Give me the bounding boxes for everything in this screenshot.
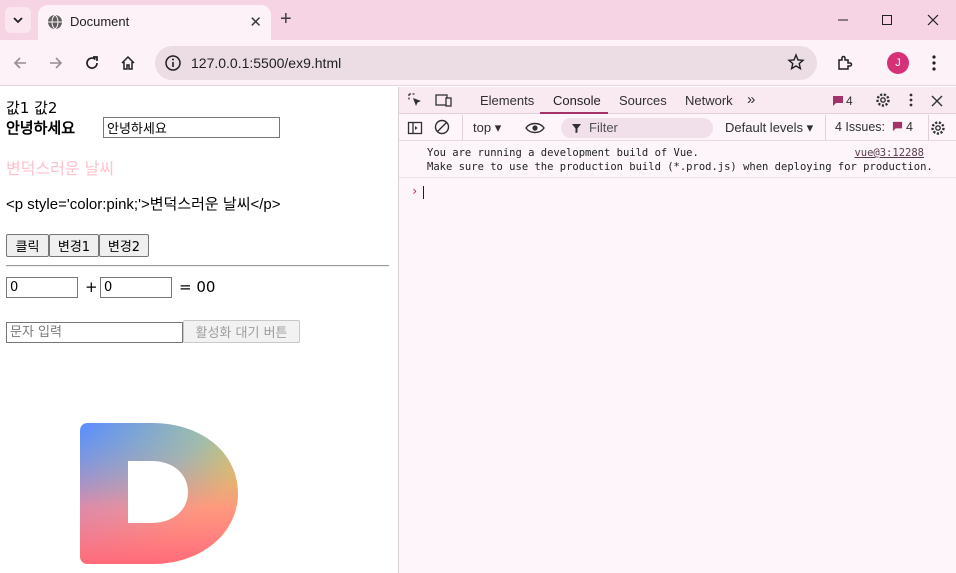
browser-tab-bar: Document ✕ + [0,0,956,40]
change2-button[interactable]: 변경2 [99,234,149,257]
number2-input[interactable] [100,277,172,298]
values-text: 값1 값2 [6,99,58,117]
arrow-left-icon [13,57,26,69]
close-icon [927,14,938,26]
greeting-label: 안녕하세요 [6,119,76,137]
console-prompt-chevron-icon: › [411,184,419,198]
puzzle-icon [838,55,853,70]
messages-count[interactable]: 4 [846,94,853,108]
address-bar[interactable]: 127.0.0.1:5500/ex9.html [155,46,817,80]
maximize-button[interactable] [864,0,909,40]
pink-text: 변덕스러운 날씨 [6,159,115,178]
horizontal-rule [6,265,389,267]
log-levels-select[interactable]: Default levels ▾ [725,120,813,136]
devtools-menu-icon[interactable] [909,93,913,112]
issues-label: 4 Issues: [835,120,886,134]
url-text[interactable]: 127.0.0.1:5500/ex9.html [191,55,341,71]
inspect-element-icon[interactable] [407,92,423,113]
chevron-down-icon [13,17,23,24]
log-levels-label: Default levels [725,120,804,135]
active-tab-indicator [540,112,608,114]
issues-button[interactable]: 4 Issues: 4 [835,120,913,134]
home-icon [121,55,135,70]
greeting-input[interactable] [103,117,280,138]
sidebar-toggle-icon[interactable] [407,120,423,141]
click-button[interactable]: 클릭 [6,234,49,257]
more-tabs-icon[interactable]: » [747,91,755,108]
site-info-icon[interactable] [164,54,182,76]
device-toolbar-icon[interactable] [435,92,453,113]
clear-console-icon[interactable] [434,119,450,140]
new-tab-button[interactable]: + [280,8,292,31]
live-expression-eye-icon[interactable] [525,121,545,140]
tab-elements[interactable]: Elements [480,93,534,108]
tab-search-button[interactable] [5,7,31,33]
context-label: top [473,120,492,135]
console-row-divider [399,177,956,178]
app-logo [80,423,238,568]
console-input-caret[interactable] [423,186,424,199]
tab-sources[interactable]: Sources [619,93,667,108]
browser-menu-button[interactable] [921,50,947,76]
console-message-line2: Make sure to use the production build (*… [427,161,933,173]
tab-network[interactable]: Network [685,93,733,108]
devtools-close-icon[interactable] [931,94,943,112]
plus-sign: + [85,278,98,296]
issues-message-icon [892,121,902,132]
maximize-icon [881,15,892,25]
reload-icon [86,56,98,69]
messages-icon[interactable] [832,94,844,112]
page-viewport: 값1 값2 안녕하세요 변덕스러운 날씨 <p style='color:pin… [0,87,398,573]
browser-toolbar: 127.0.0.1:5500/ex9.html [0,40,956,86]
arrow-right-icon [50,57,63,69]
globe-icon [47,14,63,34]
home-button[interactable] [115,50,141,76]
filter-placeholder: Filter [589,120,618,135]
toolbar-separator [462,115,463,141]
devtools-tab-bar: Elements Console Sources Network » 4 [399,87,956,114]
change1-button[interactable]: 변경1 [49,234,99,257]
toolbar-separator [928,115,929,141]
forward-button[interactable] [43,50,69,76]
raw-html-text: <p style='color:pink;'>변덕스러운 날씨</p> [6,196,281,213]
extensions-button[interactable] [832,50,858,76]
filter-icon [572,124,581,133]
close-window-button[interactable] [910,0,955,40]
devtools-settings-icon[interactable] [875,92,891,113]
text-input[interactable] [6,322,183,343]
console-toolbar: top ▾ Filter Default levels ▾ 4 Issues: … [399,115,956,141]
issues-count: 4 [906,120,913,134]
console-source-link[interactable]: vue@3:12288 [854,147,924,159]
back-button[interactable] [7,50,33,76]
browser-tab[interactable]: Document ✕ [38,5,271,40]
console-filter-input[interactable]: Filter [561,118,713,138]
context-select[interactable]: top ▾ [473,120,501,136]
number1-input[interactable] [6,277,78,298]
profile-avatar[interactable]: J [887,52,909,74]
tab-close-icon[interactable]: ✕ [249,13,262,31]
bookmark-star-icon[interactable] [787,53,805,75]
tab-title: Document [70,14,130,29]
minimize-icon [837,19,848,21]
minimize-button[interactable] [820,0,865,40]
tab-console[interactable]: Console [553,93,601,108]
console-message-line1: You are running a development build of V… [427,147,699,159]
kebab-menu-icon [932,55,936,71]
reload-button[interactable] [79,50,105,76]
toolbar-separator [825,115,826,141]
console-settings-icon[interactable] [930,120,946,141]
sum-result: = 00 [179,278,216,296]
disabled-wait-button[interactable]: 활성화 대기 버튼 [183,320,300,343]
devtools-panel: Elements Console Sources Network » 4 top… [399,87,956,573]
